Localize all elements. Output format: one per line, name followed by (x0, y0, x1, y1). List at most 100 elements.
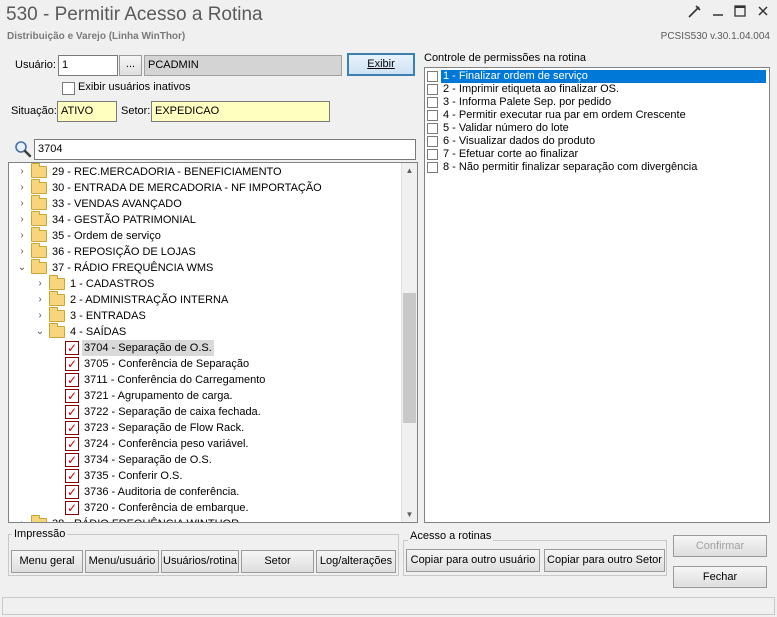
tree-item[interactable]: ✓ 3736 - Auditoria de conferência. (9, 484, 400, 500)
copiar-outro-usuario-button[interactable]: Copiar para outro usuário (406, 549, 540, 572)
tree-item[interactable]: › 2 - ADMINISTRAÇÃO INTERNA (9, 291, 400, 308)
tree-item[interactable]: ⌄ 37 - RÁDIO FREQUÊNCIA WMS (9, 259, 400, 276)
menu-geral-button[interactable]: Menu geral (11, 550, 83, 573)
close-icon[interactable] (754, 4, 772, 20)
tree-checkbox-checked[interactable]: ✓ (65, 453, 79, 467)
menu-usuario-button[interactable]: Menu/usuário (85, 550, 159, 573)
copiar-outro-setor-button-label: Copiar para outro Setor (547, 554, 662, 566)
expand-icon[interactable]: › (17, 244, 27, 260)
tree-checkbox-checked[interactable]: ✓ (65, 341, 79, 355)
usuarios-rotina-button-label: Usuários/rotina (163, 555, 237, 567)
exibir-inativos-label: Exibir usuários inativos (78, 81, 191, 93)
folder-icon (31, 179, 47, 194)
setor-button[interactable]: Setor (241, 550, 314, 573)
folder-icon (49, 275, 65, 290)
log-alteracoes-button[interactable]: Log/alterações (316, 550, 396, 573)
tree-item[interactable]: ✓ 3724 - Conferência peso variável. (9, 436, 400, 452)
confirmar-button[interactable]: Confirmar (673, 535, 767, 557)
tree-item-label: 38 - RÁDIO FREQUÊNCIA WINTHOR (50, 516, 241, 522)
rotinas-tree[interactable]: › 29 - REC.MERCADORIA - BENEFICIAMENTO › 30… (8, 162, 418, 523)
usuario-name-field: PCADMIN (144, 55, 342, 76)
tree-vertical-scrollbar[interactable]: ▲ ▼ (401, 163, 417, 522)
tree-item[interactable]: › 29 - REC.MERCADORIA - BENEFICIAMENTO (9, 163, 400, 180)
tree-item[interactable]: ⌄ 4 - SAÍDAS (9, 323, 400, 340)
permission-checkbox[interactable] (427, 71, 438, 82)
tree-checkbox-checked[interactable]: ✓ (65, 405, 79, 419)
pin-icon[interactable] (686, 4, 704, 20)
tree-item[interactable]: ✓ 3734 - Separação de O.S. (9, 452, 400, 468)
tree-item[interactable]: ✓ 3723 - Separação de Flow Rack. (9, 420, 400, 436)
tree-item-label: 3735 - Conferir O.S. (84, 470, 183, 482)
setor-field[interactable]: EXPEDICAO (151, 101, 330, 122)
usuarios-rotina-button[interactable]: Usuários/rotina (161, 550, 239, 573)
tree-item[interactable]: › 35 - Ordem de serviço (9, 227, 400, 244)
tree-item[interactable]: ✓ 3721 - Agrupamento de carga. (9, 388, 400, 404)
expand-icon[interactable]: › (17, 196, 27, 212)
permission-checkbox[interactable] (427, 149, 438, 160)
minimize-icon[interactable] (709, 4, 727, 20)
permission-checkbox[interactable] (427, 97, 438, 108)
permission-checkbox[interactable] (427, 162, 438, 173)
tree-checkbox-checked[interactable]: ✓ (65, 485, 79, 499)
permission-label: 4 - Permitir executar rua par em ordem C… (443, 109, 686, 121)
tree-item-label: 3724 - Conferência peso variável. (84, 438, 249, 450)
tree-item[interactable]: › 1 - CADASTROS (9, 275, 400, 292)
expand-icon[interactable]: › (35, 292, 45, 308)
permission-checkbox[interactable] (427, 123, 438, 134)
tree-checkbox-checked[interactable]: ✓ (65, 357, 79, 371)
situacao-field[interactable]: ATIVO (57, 101, 117, 122)
tree-item[interactable]: › 34 - GESTÃO PATRIMONIAL (9, 211, 400, 228)
expand-icon[interactable]: › (17, 164, 27, 180)
copiar-outro-setor-button[interactable]: Copiar para outro Setor (544, 549, 665, 572)
tree-item-label: 37 - RÁDIO FREQUÊNCIA WMS (52, 262, 214, 274)
tree-item[interactable]: › 30 - ENTRADA DE MERCADORIA - NF IMPORTA… (9, 179, 400, 196)
tree-item[interactable]: ✓ 3720 - Conferência de embarque. (9, 500, 400, 516)
tree-item[interactable]: ✓ 3704 - Separação de O.S. (9, 340, 400, 356)
scroll-down-arrow[interactable]: ▼ (402, 507, 417, 522)
permission-item[interactable]: 8 - Não permitir finalizar separação com… (427, 161, 769, 175)
expand-icon[interactable]: › (17, 180, 27, 196)
search-icon (14, 140, 32, 158)
tree-item[interactable]: ✓ 3722 - Separação de caixa fechada. (9, 404, 400, 420)
expand-icon[interactable]: › (35, 276, 45, 292)
tree-item[interactable]: ✓ 3705 - Conferência de Separação (9, 356, 400, 372)
exibir-inativos-box[interactable] (62, 82, 75, 95)
tree-item[interactable]: ✓ 3711 - Conferência do Carregamento (9, 372, 400, 388)
tree-checkbox-checked[interactable]: ✓ (65, 437, 79, 451)
tree-item[interactable]: › 33 - VENDAS AVANÇADO (9, 195, 400, 212)
collapse-icon[interactable]: ⌄ (35, 324, 45, 340)
tree-item-label: 3 - ENTRADAS (70, 310, 146, 322)
tree-item[interactable]: ✓ 3735 - Conferir O.S. (9, 468, 400, 484)
permission-checkbox[interactable] (427, 136, 438, 147)
permissions-list[interactable]: 1 - Finalizar ordem de serviço 2 - Imprim… (424, 67, 770, 523)
tree-item-label: 4 - SAÍDAS (70, 326, 127, 338)
scroll-up-arrow[interactable]: ▲ (402, 163, 417, 178)
status-bar (2, 597, 775, 615)
tree-item[interactable]: › 36 - REPOSIÇÃO DE LOJAS (9, 243, 400, 260)
permission-checkbox[interactable] (427, 110, 438, 121)
tree-item[interactable]: › 3 - ENTRADAS (9, 307, 400, 324)
fechar-button[interactable]: Fechar (673, 566, 767, 588)
expand-icon[interactable]: › (35, 308, 45, 324)
usuario-lookup-button[interactable]: ... (119, 55, 142, 76)
setor-button-label: Setor (264, 555, 291, 567)
maximize-icon[interactable] (731, 4, 749, 20)
expand-icon[interactable]: › (17, 212, 27, 228)
permission-checkbox[interactable] (427, 84, 438, 95)
tree-checkbox-checked[interactable]: ✓ (65, 421, 79, 435)
tree-checkbox-checked[interactable]: ✓ (65, 469, 79, 483)
usuario-code-field[interactable]: 1 (58, 55, 118, 76)
situacao-label: Situação: (11, 105, 57, 117)
tree-checkbox-checked[interactable]: ✓ (65, 501, 79, 515)
expand-icon[interactable]: › (17, 516, 27, 522)
scroll-thumb[interactable] (403, 293, 416, 423)
expand-icon[interactable]: › (17, 228, 27, 244)
collapse-icon[interactable]: ⌄ (17, 260, 27, 276)
tree-item[interactable]: › 38 - RÁDIO FREQUÊNCIA WINTHOR (9, 515, 400, 522)
tree-checkbox-checked[interactable]: ✓ (65, 389, 79, 403)
tree-item-label: 3734 - Separação de O.S. (84, 454, 212, 466)
tree-checkbox-checked[interactable]: ✓ (65, 373, 79, 387)
folder-icon (31, 243, 47, 258)
exibir-button[interactable]: Exibir (347, 53, 415, 76)
search-input[interactable]: 3704 (34, 139, 416, 160)
